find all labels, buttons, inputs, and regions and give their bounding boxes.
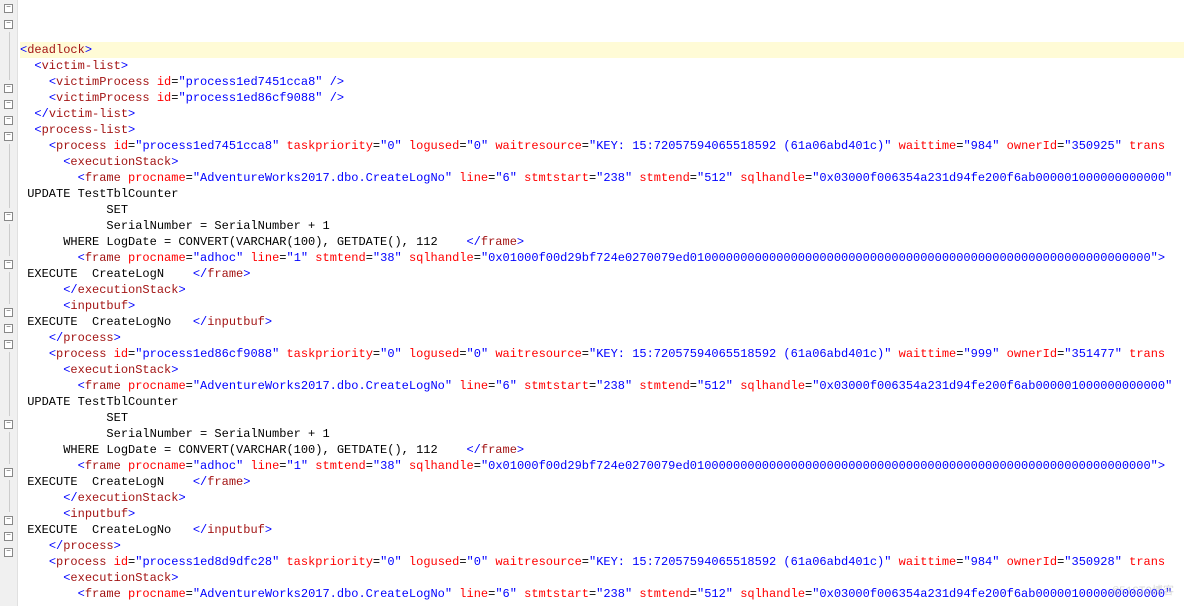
fold-mark[interactable]: − [0, 544, 17, 560]
fold-collapse-icon[interactable]: − [4, 420, 13, 429]
code-line[interactable]: </executionStack> [20, 282, 1184, 298]
code-line[interactable]: </executionStack> [20, 490, 1184, 506]
fold-mark[interactable]: − [0, 336, 17, 352]
code-line[interactable]: <inputbuf> [20, 506, 1184, 522]
fold-collapse-icon[interactable]: − [4, 116, 13, 125]
fold-mark[interactable]: − [0, 0, 17, 16]
code-line[interactable]: <frame procname="adhoc" line="1" stmtend… [20, 458, 1184, 474]
code-line[interactable]: EXECUTE CreateLogNo </inputbuf> [20, 314, 1184, 330]
code-area[interactable]: @51CTO博客 <deadlock> <victim-list> <victi… [18, 0, 1184, 606]
code-line[interactable]: SerialNumber = SerialNumber + 1 [20, 218, 1184, 234]
code-line[interactable]: <victimProcess id="process1ed86cf9088" /… [20, 90, 1184, 106]
fold-mark[interactable]: − [0, 256, 17, 272]
code-line[interactable]: <frame procname="AdventureWorks2017.dbo.… [20, 378, 1184, 394]
fold-mark[interactable]: − [0, 16, 17, 32]
code-line[interactable]: SET [20, 410, 1184, 426]
fold-mark [0, 288, 17, 304]
fold-collapse-icon[interactable]: − [4, 212, 13, 221]
fold-mark [0, 400, 17, 416]
code-line[interactable]: <frame procname="AdventureWorks2017.dbo.… [20, 170, 1184, 186]
code-line[interactable]: <deadlock> [20, 42, 1184, 58]
code-line[interactable]: <frame procname="AdventureWorks2017.dbo.… [20, 586, 1184, 602]
code-line[interactable]: <executionStack> [20, 154, 1184, 170]
fold-mark [0, 448, 17, 464]
fold-mark[interactable]: − [0, 528, 17, 544]
fold-collapse-icon[interactable]: − [4, 100, 13, 109]
code-line[interactable]: <process-list> [20, 122, 1184, 138]
code-line[interactable]: <executionStack> [20, 362, 1184, 378]
fold-mark [0, 384, 17, 400]
fold-mark [0, 368, 17, 384]
fold-mark [0, 192, 17, 208]
fold-collapse-icon[interactable]: − [4, 548, 13, 557]
fold-mark[interactable]: − [0, 208, 17, 224]
code-line[interactable]: UPDATE TestTblCounter [20, 186, 1184, 202]
watermark-text: @51CTO博客 [1112, 582, 1174, 598]
fold-collapse-icon[interactable]: − [4, 132, 13, 141]
fold-mark[interactable]: − [0, 416, 17, 432]
code-line[interactable]: </process> [20, 538, 1184, 554]
code-line[interactable]: <process id="process1ed8d9dfc28" taskpri… [20, 554, 1184, 570]
code-line[interactable]: SerialNumber = SerialNumber + 1 [20, 426, 1184, 442]
code-line[interactable]: EXECUTE CreateLogN </frame> [20, 474, 1184, 490]
fold-collapse-icon[interactable]: − [4, 260, 13, 269]
code-line[interactable]: <process id="process1ed7451cca8" taskpri… [20, 138, 1184, 154]
code-line[interactable]: </victim-list> [20, 106, 1184, 122]
code-line[interactable]: UPDATE TestTblCounter [20, 394, 1184, 410]
fold-collapse-icon[interactable]: − [4, 516, 13, 525]
fold-mark [0, 224, 17, 240]
code-line[interactable]: EXECUTE CreateLogNo </inputbuf> [20, 522, 1184, 538]
fold-mark [0, 496, 17, 512]
code-line[interactable]: <process id="process1ed86cf9088" taskpri… [20, 346, 1184, 362]
fold-mark [0, 480, 17, 496]
fold-collapse-icon[interactable]: − [4, 532, 13, 541]
fold-collapse-icon[interactable]: − [4, 308, 13, 317]
code-line[interactable]: WHERE LogDate = CONVERT(VARCHAR(100), GE… [20, 234, 1184, 250]
code-line[interactable]: <victim-list> [20, 58, 1184, 74]
fold-mark [0, 432, 17, 448]
fold-mark[interactable]: − [0, 320, 17, 336]
code-line[interactable]: <victimProcess id="process1ed7451cca8" /… [20, 74, 1184, 90]
code-line[interactable]: SET [20, 202, 1184, 218]
fold-mark [0, 48, 17, 64]
fold-collapse-icon[interactable]: − [4, 4, 13, 13]
fold-mark [0, 352, 17, 368]
fold-collapse-icon[interactable]: − [4, 20, 13, 29]
fold-mark[interactable]: − [0, 112, 17, 128]
fold-mark [0, 176, 17, 192]
fold-mark[interactable]: − [0, 128, 17, 144]
fold-mark[interactable]: − [0, 304, 17, 320]
fold-collapse-icon[interactable]: − [4, 324, 13, 333]
fold-mark[interactable]: − [0, 96, 17, 112]
fold-collapse-icon[interactable]: − [4, 84, 13, 93]
code-line[interactable]: </process> [20, 330, 1184, 346]
xml-editor: − − − − − − − − − − − − − − − − @51CTO博客 <deadlock> <vi… [0, 0, 1184, 606]
code-line[interactable]: <inputbuf> [20, 298, 1184, 314]
code-line[interactable]: WHERE LogDate = CONVERT(VARCHAR(100), GE… [20, 442, 1184, 458]
code-line[interactable]: <executionStack> [20, 570, 1184, 586]
fold-mark[interactable]: − [0, 512, 17, 528]
fold-mark [0, 64, 17, 80]
fold-mark[interactable]: − [0, 464, 17, 480]
fold-mark [0, 160, 17, 176]
fold-gutter: − − − − − − − − − − − − − − − − [0, 0, 18, 606]
fold-collapse-icon[interactable]: − [4, 468, 13, 477]
code-line[interactable]: EXECUTE CreateLogN </frame> [20, 266, 1184, 282]
fold-collapse-icon[interactable]: − [4, 340, 13, 349]
fold-mark [0, 272, 17, 288]
fold-mark[interactable]: − [0, 80, 17, 96]
code-line[interactable]: <frame procname="adhoc" line="1" stmtend… [20, 250, 1184, 266]
fold-mark [0, 144, 17, 160]
fold-mark [0, 240, 17, 256]
fold-mark [0, 32, 17, 48]
